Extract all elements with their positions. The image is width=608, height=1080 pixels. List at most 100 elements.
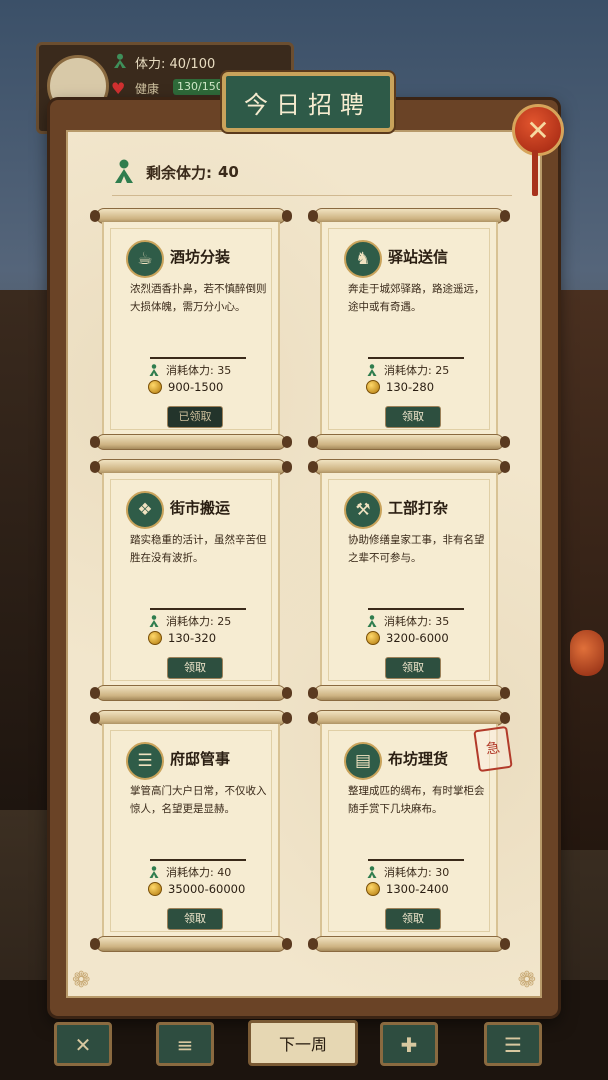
scroll-paper: ☰ 府邸管事 掌管高门大户日常，不仅收入惊人，名望更是显赫。 消耗体力: 40 …: [102, 724, 280, 938]
scroll-rod: [308, 685, 510, 701]
job-description: 掌管高门大户日常，不仅收入惊人，名望更是显赫。: [130, 785, 267, 815]
scroll-paper: ☕ 酒坊分装 浓烈酒香扑鼻，若不慎醉倒则大损体魄，需万分小心。 消耗体力: 35…: [102, 222, 280, 436]
stamina-icon: [149, 363, 159, 376]
stamina-icon: [149, 614, 159, 627]
cloud-ornament-icon: ❁: [72, 968, 91, 993]
divider: [150, 859, 246, 861]
pay-range: 130-280: [366, 380, 434, 394]
claim-button[interactable]: 已领取: [167, 406, 223, 428]
menu-icon: ☰: [504, 1033, 522, 1057]
scroll-paper: ♞ 驿站送信 奔走于城郊驿路，路途遥远，途中或有奇遇。 消耗体力: 25 130…: [320, 222, 498, 436]
stamina-value: 40: [218, 163, 239, 181]
coin-icon: [366, 380, 380, 394]
coin-icon: [366, 631, 380, 645]
stamina-cost: 消耗体力: 35: [148, 362, 231, 378]
job-description: 踏实稳重的活计，虽然辛苦但胜在没有波折。: [130, 534, 267, 564]
tab-more[interactable]: ☰: [484, 1022, 542, 1066]
pay-range: 1300-2400: [366, 882, 449, 896]
pay-range-text: 3200-6000: [386, 631, 449, 645]
pay-range-text: 35000-60000: [168, 882, 246, 896]
pay-range: 3200-6000: [366, 631, 449, 645]
ledger-icon: ▤: [344, 742, 382, 780]
teapot-icon: ☕: [126, 240, 164, 278]
tab-tools[interactable]: ✕: [54, 1022, 112, 1066]
stamina-label: 剩余体力:: [146, 163, 212, 182]
stamina-icon: [115, 159, 133, 183]
coin-icon: [366, 882, 380, 896]
job-card: ☰ 府邸管事 掌管高门大户日常，不仅收入惊人，名望更是显赫。 消耗体力: 40 …: [90, 710, 292, 954]
job-title: 布坊理货: [388, 750, 449, 768]
next-week-button[interactable]: 下一周: [248, 1020, 358, 1066]
stamina-cost: 消耗体力: 35: [366, 613, 449, 629]
stamina-cost-text: 消耗体力: 25: [166, 615, 232, 628]
job-description: 协助修缮皇家工事，非有名望之辈不可参与。: [348, 534, 485, 564]
scroll-rod: [308, 936, 510, 952]
claim-button[interactable]: 领取: [167, 657, 223, 679]
pay-range-text: 130-280: [386, 380, 435, 394]
job-card: ⚒ 工部打杂 协助修缮皇家工事，非有名望之辈不可参与。 消耗体力: 35 320…: [308, 459, 510, 703]
divider: [368, 859, 464, 861]
urgent-stamp: 急: [473, 725, 513, 773]
pay-range: 900-1500: [148, 380, 223, 394]
stamina-cost-text: 消耗体力: 25: [384, 364, 450, 377]
job-title: 街市搬运: [170, 499, 231, 517]
pay-range-text: 900-1500: [168, 380, 224, 394]
stamina-icon: [367, 865, 377, 878]
job-title: 酒坊分装: [170, 248, 231, 266]
claim-button[interactable]: 领取: [385, 657, 441, 679]
stamina-cost-text: 消耗体力: 35: [384, 615, 450, 628]
job-card: ▤ 布坊理货 整理成匹的绸布，有时掌柜会随手赏下几块麻布。 消耗体力: 30 1…: [308, 710, 513, 954]
scroll-icon: ☰: [126, 742, 164, 780]
stamina-cost-text: 消耗体力: 40: [166, 866, 232, 879]
scroll-rod: [90, 685, 292, 701]
pay-range-text: 130-320: [168, 631, 217, 645]
health-label: 健康: [135, 82, 160, 96]
divider: [150, 357, 246, 359]
scroll-paper: ⚒ 工部打杂 协助修缮皇家工事，非有名望之辈不可参与。 消耗体力: 35 320…: [320, 473, 498, 687]
job-title: 工部打杂: [388, 499, 449, 517]
stack-icon: ≡: [176, 1033, 194, 1057]
close-button[interactable]: ✕: [512, 104, 564, 156]
sack-icon: ❖: [126, 491, 164, 529]
tassel-decoration: [532, 150, 538, 196]
stamina-cost: 消耗体力: 30: [366, 864, 449, 880]
job-card: ❖ 街市搬运 踏实稳重的活计，虽然辛苦但胜在没有波折。 消耗体力: 25 130…: [90, 459, 292, 703]
stamina-cost: 消耗体力: 25: [148, 613, 231, 629]
stamina-cost-text: 消耗体力: 35: [166, 364, 232, 377]
stamina-cost-text: 消耗体力: 30: [384, 866, 450, 879]
pay-range: 35000-60000: [148, 882, 245, 896]
stamina-icon: [149, 865, 159, 878]
divider: [150, 608, 246, 610]
scroll-rod: [308, 434, 510, 450]
scroll-paper: ❖ 街市搬运 踏实稳重的活计，虽然辛苦但胜在没有波折。 消耗体力: 25 130…: [102, 473, 280, 687]
medical-cross-icon: ✚: [400, 1033, 418, 1057]
scroll-paper: ▤ 布坊理货 整理成匹的绸布，有时掌柜会随手赏下几块麻布。 消耗体力: 30 1…: [320, 724, 513, 938]
job-description: 奔走于城郊驿路，路途遥远，途中或有奇遇。: [348, 283, 485, 313]
close-icon: ✕: [526, 113, 550, 147]
claim-button[interactable]: 领取: [167, 908, 223, 930]
pay-range: 130-320: [148, 631, 216, 645]
heart-icon: ♥: [111, 79, 126, 98]
stamina-status: 体力: 40/100: [135, 57, 216, 72]
background-lantern: [570, 630, 604, 676]
coin-icon: [148, 882, 162, 896]
job-description: 整理成匹的绸布，有时掌柜会随手赏下几块麻布。: [348, 785, 485, 815]
job-card: ☕ 酒坊分装 浓烈酒香扑鼻，若不慎醉倒则大损体魄，需万分小心。 消耗体力: 35…: [90, 208, 292, 452]
claim-button[interactable]: 领取: [385, 908, 441, 930]
job-title: 驿站送信: [388, 248, 449, 266]
claim-button[interactable]: 领取: [385, 406, 441, 428]
tab-health[interactable]: ✚: [380, 1022, 438, 1066]
divider: [368, 357, 464, 359]
worker-icon: ⚒: [344, 491, 382, 529]
scroll-rod: [90, 434, 292, 450]
job-description: 浓烈酒香扑鼻，若不慎醉倒则大损体魄，需万分小心。: [130, 283, 267, 313]
job-title: 府邸管事: [170, 750, 231, 768]
tab-items[interactable]: ≡: [156, 1022, 214, 1066]
page-title: 今日招聘: [244, 90, 372, 119]
crossed-tools-icon: ✕: [74, 1033, 92, 1057]
stamina-icon: [114, 53, 126, 68]
coin-icon: [148, 380, 162, 394]
job-card: ♞ 驿站送信 奔走于城郊驿路，路途遥远，途中或有奇遇。 消耗体力: 25 130…: [308, 208, 510, 452]
remaining-stamina: 剩余体力: 40: [112, 158, 239, 186]
stamina-icon: [367, 363, 377, 376]
